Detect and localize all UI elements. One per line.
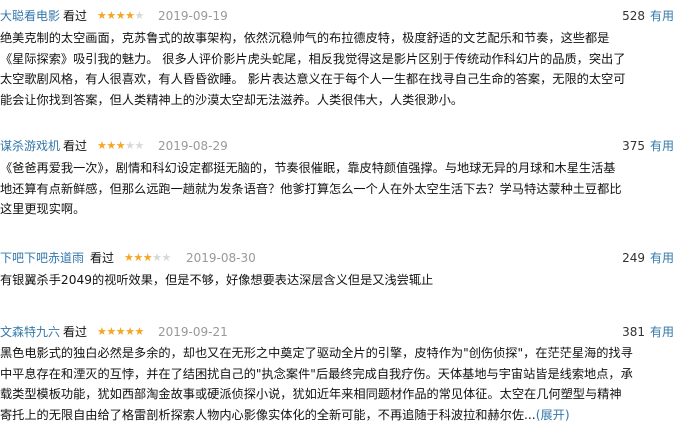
star-filled-icon: ★: [97, 325, 107, 338]
useful-button[interactable]: 有用: [650, 6, 674, 26]
review-line-text: 寄托上的无限自由给了格雷剖析探索人物内心影像实体化的全新可能，不再追随于科波拉和…: [0, 407, 536, 422]
review-header: 大聪看电影 看过 ★★★★★ 2019-09-19 528 有用: [0, 6, 675, 26]
star-empty-icon: ★: [134, 9, 145, 22]
star-filled-icon: ★: [124, 251, 134, 264]
review-line-text: 载类型模板功能，犹如西部淘金故事或硬派侦探小说，犹如近年来相同题材作品的常见体征…: [0, 387, 622, 402]
review-line-text: 《星际探索》吸引我的魅力。 很多人评价影片虎头蛇尾，相反我觉得这是影片区别于传统…: [0, 51, 626, 66]
review-line-text: 绝美克制的太空画面，克苏鲁式的故事架构，依然沉稳帅气的布拉德皮特，极度舒适的文艺…: [0, 31, 610, 45]
review-text-line: 《爸爸再爱我一次》，剧情和科幻设定都挺无脑的，节奏很催眠，靠皮特颜值强撑。与地球…: [0, 158, 672, 179]
useful-button[interactable]: 有用: [650, 322, 674, 342]
useful-vote-count: 249: [622, 251, 645, 265]
reviewer-name-link[interactable]: 文森特九六: [0, 322, 60, 342]
review-text-line: 这里更现实啊。: [0, 199, 672, 220]
review-line-text: 中平息存在和湮灭的互悖，并在了结困扰自己的"执念案件"后最终完成自我疗伤。天体基…: [0, 366, 633, 381]
review-line-text: 太空歌剧风格，有人很喜欢，有人昏昏欲睡。 影片表达意义在于每个人一生都在找寻自己…: [0, 72, 626, 87]
star-filled-icon: ★: [106, 9, 116, 22]
useful-button[interactable]: 有用: [650, 248, 674, 268]
review-item: 大聪看电影 看过 ★★★★★ 2019-09-19 528 有用 绝美克制的太空画面，克苏鲁…: [0, 6, 675, 107]
rating-stars: ★★★★★: [124, 248, 171, 268]
review-text: 《爸爸再爱我一次》，剧情和科幻设定都挺无脑的，节奏很催眠，靠皮特颜值强撑。与地球…: [0, 158, 672, 220]
watched-label: 看过: [63, 9, 88, 23]
review-text: 黑色电影式的独白必然是多余的，却也又在无形之中奠定了驱动全片的引擎，皮特作为"创…: [0, 343, 672, 425]
review-text-line: 绝美克制的太空画面，克苏鲁式的故事架构，依然沉稳帅气的布拉德皮特，极度舒适的文艺…: [0, 28, 672, 49]
star-filled-icon: ★: [106, 325, 116, 338]
rating-stars: ★★★★★: [97, 6, 144, 26]
review-text-line: 中平息存在和湮灭的互悖，并在了结困扰自己的"执念案件"后最终完成自我疗伤。天体基…: [0, 364, 672, 385]
useful-vote-count: 528: [622, 9, 645, 23]
star-empty-icon: ★: [125, 139, 135, 152]
review-text: 绝美克制的太空画面，克苏鲁式的故事架构，依然沉稳帅气的布拉德皮特，极度舒适的文艺…: [0, 28, 672, 110]
reviewer-name-link[interactable]: 大聪看电影: [0, 6, 60, 26]
review-header: 下吧下吧赤道雨 看过 ★★★★★ 2019-08-30 249 有用: [0, 248, 675, 268]
star-filled-icon: ★: [134, 325, 145, 338]
star-filled-icon: ★: [106, 139, 116, 152]
review-item: 文森特九六 看过 ★★★★★ 2019-09-21 381 有用 黑色电影式的独白必然是多余…: [0, 322, 675, 422]
review-text-line: 黑色电影式的独白必然是多余的，却也又在无形之中奠定了驱动全片的引擎，皮特作为"创…: [0, 343, 672, 364]
rating-stars: ★★★★★: [97, 322, 144, 342]
review-text-line: 地还算有点新鲜感，但那么远跑一趟就为发条语音？他爹打算怎么一个人在外太空生活下去…: [0, 179, 672, 200]
useful-vote-count: 381: [622, 325, 645, 339]
review-line-text: 《爸爸再爱我一次》，剧情和科幻设定都挺无脑的，节奏很催眠，靠皮特颜值强撑。与地球…: [0, 161, 616, 175]
review-text-line: 《星际探索》吸引我的魅力。 很多人评价影片虎头蛇尾，相反我觉得这是影片区别于传统…: [0, 49, 672, 70]
star-filled-icon: ★: [142, 251, 153, 264]
star-filled-icon: ★: [133, 251, 143, 264]
review-header: 文森特九六 看过 ★★★★★ 2019-09-21 381 有用: [0, 322, 675, 342]
expand-link[interactable]: (展开): [536, 408, 570, 422]
star-filled-icon: ★: [115, 139, 126, 152]
review-line-text: 能会让你找到答案，但人类精神上的沙漠太空却无法滋养。人类很伟大，人类很渺小。: [0, 92, 464, 107]
star-empty-icon: ★: [161, 251, 172, 264]
star-empty-icon: ★: [152, 251, 162, 264]
useful-vote-count: 375: [622, 139, 645, 153]
star-filled-icon: ★: [97, 139, 107, 152]
review-date: 2019-09-21: [158, 325, 228, 339]
review-date: 2019-08-29: [158, 139, 228, 153]
review-line-text: 这里更现实啊。: [0, 202, 86, 217]
review-header: 谋杀游戏机 看过 ★★★★★ 2019-08-29 375 有用: [0, 136, 675, 156]
review-item: 下吧下吧赤道雨 看过 ★★★★★ 2019-08-30 249 有用 有银翼杀手2049的视…: [0, 248, 675, 287]
review-text-line: 寄托上的无限自由给了格雷剖析探索人物内心影像实体化的全新可能，不再追随于科波拉和…: [0, 405, 672, 426]
review-text-line: 能会让你找到答案，但人类精神上的沙漠太空却无法滋养。人类很伟大，人类很渺小。: [0, 90, 672, 111]
star-filled-icon: ★: [115, 325, 126, 338]
watched-label: 看过: [63, 139, 88, 153]
reviewer-name-link[interactable]: 下吧下吧赤道雨: [0, 248, 84, 268]
review-line-text: 黑色电影式的独白必然是多余的，却也又在无形之中奠定了驱动全片的引擎，皮特作为"创…: [0, 346, 633, 360]
reviewer-name-link[interactable]: 谋杀游戏机: [0, 136, 60, 156]
star-empty-icon: ★: [134, 139, 145, 152]
review-item: 谋杀游戏机 看过 ★★★★★ 2019-08-29 375 有用 《爸爸再爱我一次》，剧情和…: [0, 136, 675, 216]
rating-stars: ★★★★★: [97, 136, 144, 156]
star-filled-icon: ★: [97, 9, 107, 22]
review-text: 有银翼杀手2049的视听效果，但是不够，好像想要表达深层含义但是又浅尝辄止: [0, 270, 672, 291]
review-line-text: 地还算有点新鲜感，但那么远跑一趟就为发条语音？他爹打算怎么一个人在外太空生活下去…: [0, 181, 622, 196]
review-date: 2019-08-30: [186, 251, 256, 265]
star-filled-icon: ★: [125, 9, 135, 22]
watched-label: 看过: [63, 325, 88, 339]
star-filled-icon: ★: [125, 325, 135, 338]
review-text-line: 载类型模板功能，犹如西部淘金故事或硬派侦探小说，犹如近年来相同题材作品的常见体征…: [0, 384, 672, 405]
useful-button[interactable]: 有用: [650, 136, 674, 156]
watched-label: 看过: [90, 251, 115, 265]
review-text-line: 太空歌剧风格，有人很喜欢，有人昏昏欲睡。 影片表达意义在于每个人一生都在找寻自己…: [0, 69, 672, 90]
review-date: 2019-09-19: [158, 9, 228, 23]
star-filled-icon: ★: [115, 9, 126, 22]
review-line-text: 有银翼杀手2049的视听效果，但是不够，好像想要表达深层含义但是又浅尝辄止: [0, 273, 434, 287]
review-text-line: 有银翼杀手2049的视听效果，但是不够，好像想要表达深层含义但是又浅尝辄止: [0, 270, 672, 291]
